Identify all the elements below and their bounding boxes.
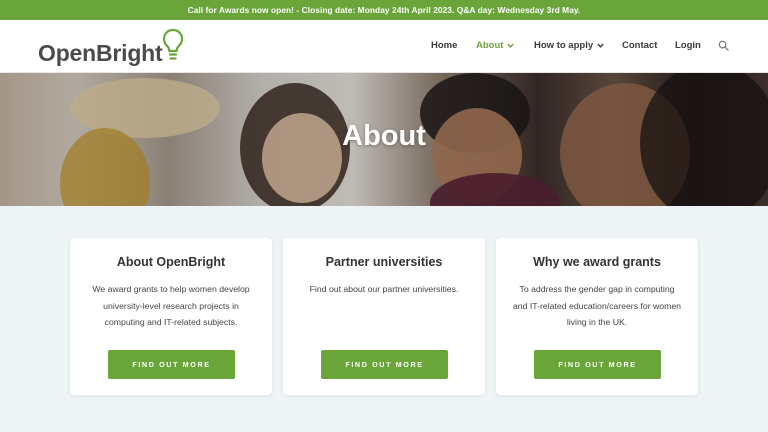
- card-why-we-award-grants: Why we award grants To address the gende…: [496, 238, 698, 395]
- card-title: Partner universities: [325, 255, 443, 269]
- nav-about[interactable]: About: [476, 40, 515, 51]
- find-out-more-button[interactable]: FIND OUT MORE: [108, 350, 235, 379]
- card-description: We award grants to help women develop un…: [92, 284, 250, 327]
- nav-home-label: Home: [431, 40, 458, 51]
- find-out-more-button[interactable]: FIND OUT MORE: [534, 350, 661, 379]
- card-description: Find out about our partner universities.: [309, 284, 459, 294]
- announcement-bar: Call for Awards now open! - Closing date…: [0, 0, 768, 20]
- nav-contact[interactable]: Contact: [622, 40, 657, 51]
- hero-banner: About: [0, 73, 768, 206]
- card-partner-universities: Partner universities Find out about our …: [283, 238, 485, 395]
- search-icon[interactable]: [718, 40, 729, 51]
- nav-login[interactable]: Login: [675, 40, 701, 51]
- site-header: OpenBright Home About How to apply Conta…: [0, 20, 768, 73]
- card-title: Why we award grants: [533, 255, 661, 269]
- card-description: To address the gender gap in computing a…: [512, 284, 682, 327]
- nav-about-label: About: [476, 40, 504, 51]
- nav-home[interactable]: Home: [431, 40, 457, 51]
- nav-how-to-apply-label: How to apply: [534, 40, 594, 51]
- chevron-down-icon: [597, 43, 604, 48]
- page-title: About: [342, 120, 426, 152]
- nav-login-label: Login: [675, 40, 701, 51]
- site-logo[interactable]: OpenBright: [38, 28, 184, 66]
- chevron-down-icon: [507, 43, 515, 48]
- announcement-text: Call for Awards now open! - Closing date…: [187, 5, 581, 15]
- card-title: About OpenBright: [116, 255, 226, 269]
- nav-contact-label: Contact: [622, 40, 658, 51]
- lightbulb-icon: [162, 28, 184, 60]
- logo-text: OpenBright: [38, 40, 163, 66]
- find-out-more-button[interactable]: FIND OUT MORE: [321, 350, 448, 379]
- card-about-openbright: About OpenBright We award grants to help…: [70, 238, 272, 395]
- nav-how-to-apply[interactable]: How to apply: [534, 40, 605, 51]
